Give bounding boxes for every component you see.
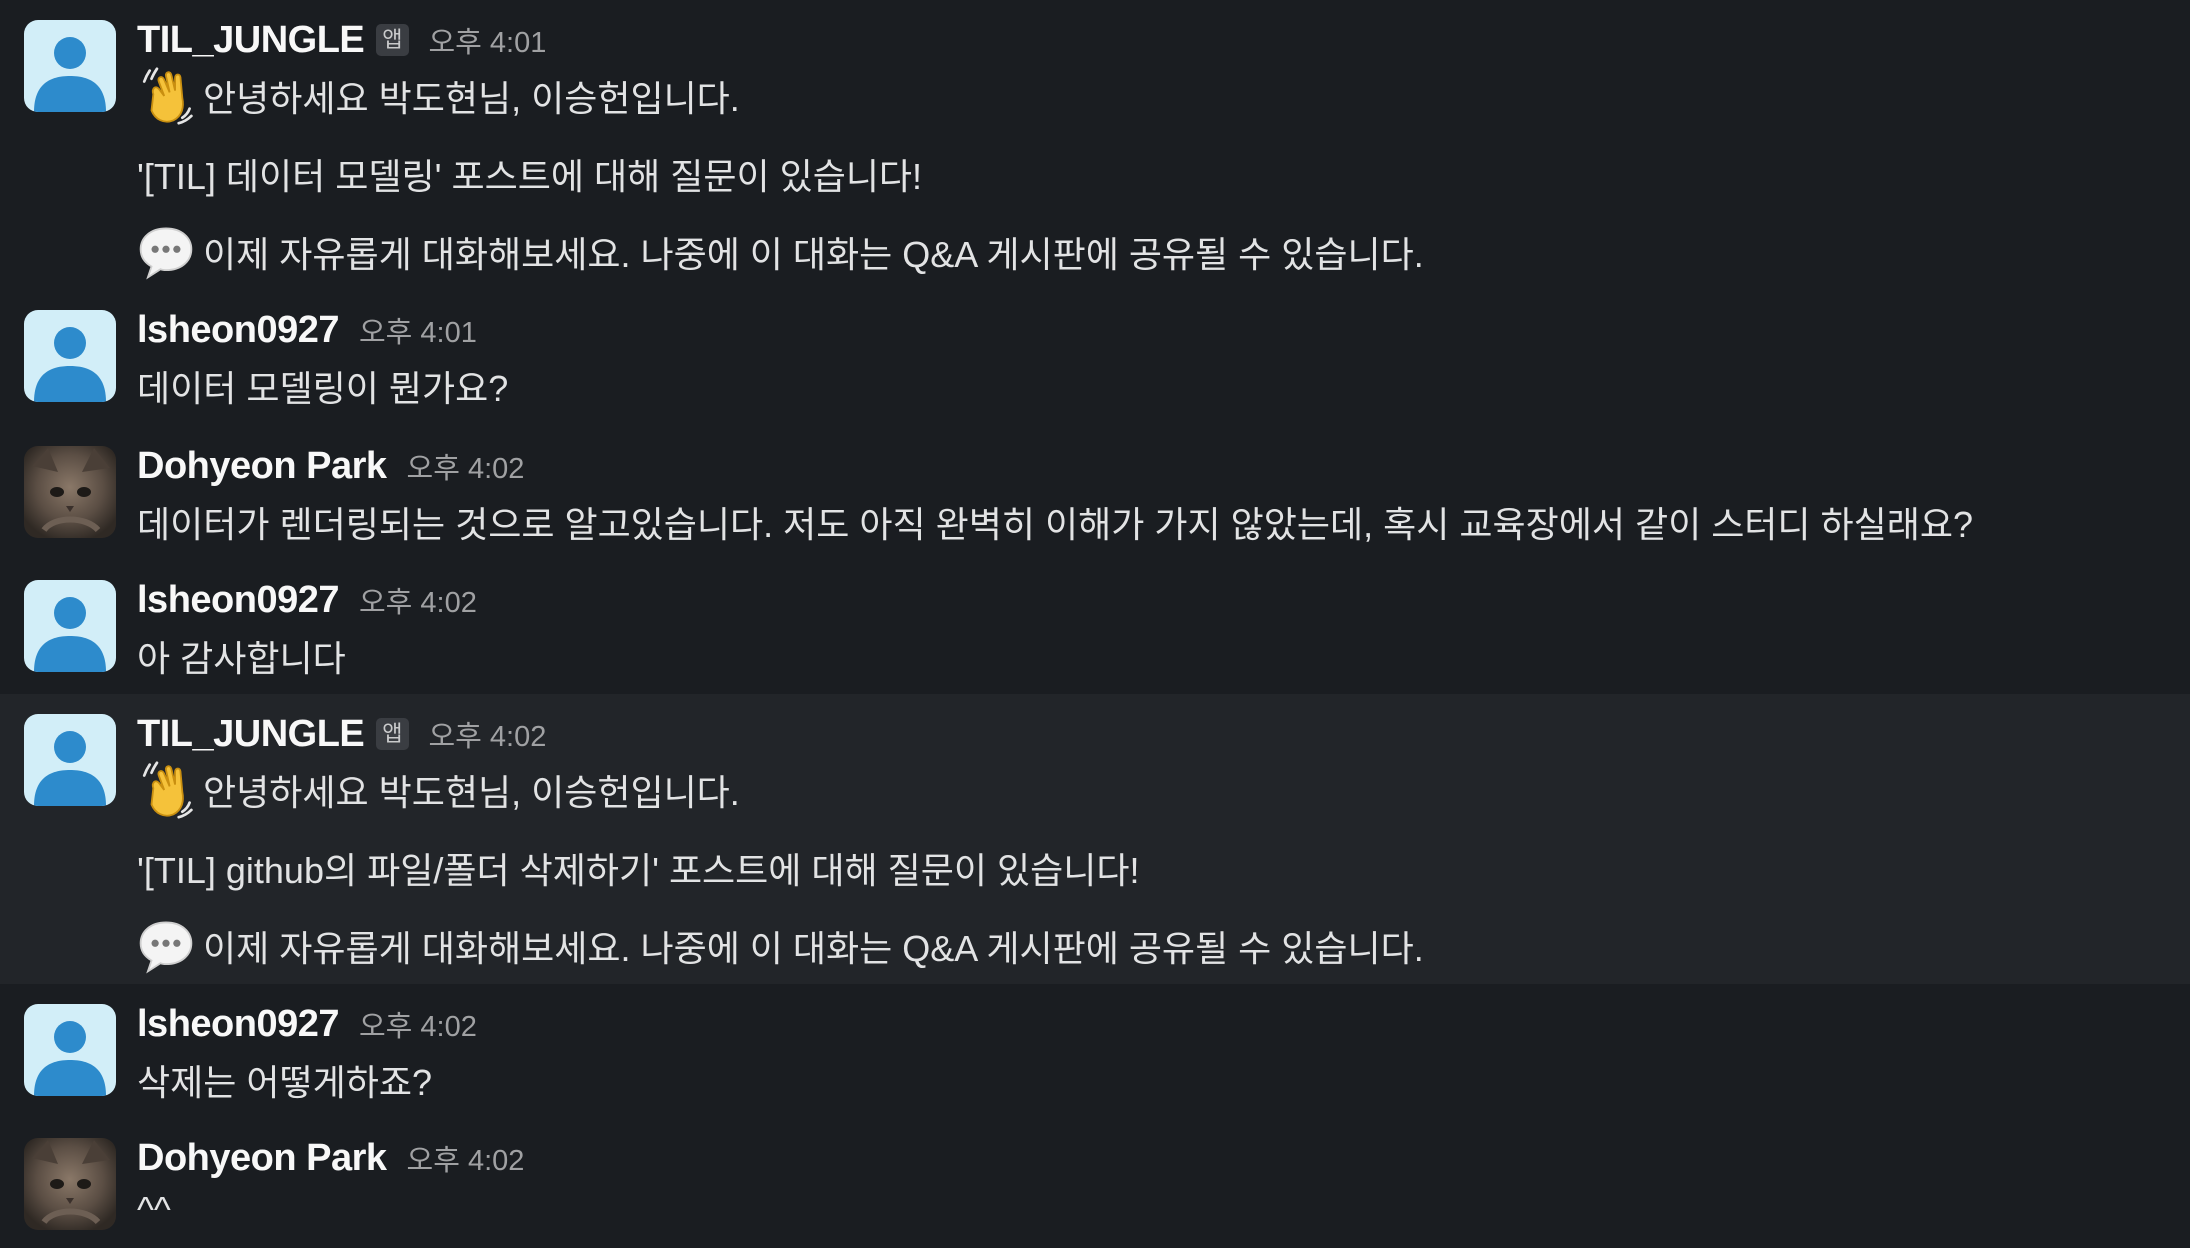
message-text: '[TIL] github의 파일/폴더 삭제하기' 포스트에 대해 질문이 있…	[137, 842, 1140, 894]
message-header: lsheon0927 오후 4:01	[137, 306, 477, 354]
default-user-avatar[interactable]	[24, 714, 116, 806]
message-timestamp[interactable]: 오후 4:01	[429, 19, 547, 61]
message-item[interactable]: lsheon0927 오후 4:02 아 감사합니다	[0, 562, 2190, 694]
message-item[interactable]: lsheon0927 오후 4:02 삭제는 어떻게하죠?	[0, 984, 2190, 1120]
default-user-avatar[interactable]	[24, 20, 116, 112]
cat-photo-avatar[interactable]	[24, 1138, 116, 1230]
author-name[interactable]: Dohyeon Park	[137, 445, 387, 488]
message-header: TIL_JUNGLE 앱 오후 4:01	[137, 16, 546, 64]
app-badge: 앱	[376, 24, 409, 56]
greeting-text: 안녕하세요 박도현님, 이승헌입니다.	[203, 78, 740, 119]
message-text: 이제 자유롭게 대화해보세요. 나중에 이 대화는 Q&A 게시판에 공유될 수…	[137, 226, 1424, 278]
message-text: 데이터가 렌더링되는 것으로 알고있습니다. 저도 아직 완벽히 이해가 가지 …	[137, 504, 1974, 545]
default-user-avatar[interactable]	[24, 580, 116, 672]
message-item-highlighted[interactable]: TIL_JUNGLE 앱 오후 4:02 안녕하세요 박도현님, 이승헌입니다.…	[0, 694, 2190, 984]
author-name[interactable]: lsheon0927	[137, 309, 340, 352]
message-timestamp[interactable]: 오후 4:02	[359, 1003, 477, 1045]
question-text: '[TIL] 데이터 모델링' 포스트에 대해 질문이 있습니다!	[137, 156, 923, 197]
waving-hand-icon	[137, 67, 195, 125]
message-header: Dohyeon Park 오후 4:02	[137, 442, 524, 490]
message-header: lsheon0927 오후 4:02	[137, 1000, 477, 1048]
message-feed: TIL_JUNGLE 앱 오후 4:01 안녕하세요 박도현님, 이승헌입니다.…	[0, 0, 2190, 1248]
message-text: ^^	[137, 1189, 171, 1230]
message-timestamp[interactable]: 오후 4:02	[359, 579, 477, 621]
message-text: 삭제는 어떻게하죠?	[137, 1062, 432, 1103]
speech-bubble-icon	[137, 917, 195, 975]
message-timestamp[interactable]: 오후 4:01	[359, 309, 477, 351]
message-text: 안녕하세요 박도현님, 이승헌입니다.	[137, 764, 740, 816]
message-text: 안녕하세요 박도현님, 이승헌입니다.	[137, 70, 740, 122]
message-text: 아 감사합니다	[137, 638, 346, 679]
message-timestamp[interactable]: 오후 4:02	[407, 445, 525, 487]
notice-text: 이제 자유롭게 대화해보세요. 나중에 이 대화는 Q&A 게시판에 공유될 수…	[203, 234, 1424, 275]
message-timestamp[interactable]: 오후 4:02	[429, 713, 547, 755]
message-text: 이제 자유롭게 대화해보세요. 나중에 이 대화는 Q&A 게시판에 공유될 수…	[137, 920, 1424, 972]
message-header: lsheon0927 오후 4:02	[137, 576, 477, 624]
notice-text: 이제 자유롭게 대화해보세요. 나중에 이 대화는 Q&A 게시판에 공유될 수…	[203, 928, 1424, 969]
author-name[interactable]: lsheon0927	[137, 579, 340, 622]
message-item[interactable]: Dohyeon Park 오후 4:02 데이터가 렌더링되는 것으로 알고있습…	[0, 428, 2190, 562]
message-item[interactable]: TIL_JUNGLE 앱 오후 4:01 안녕하세요 박도현님, 이승헌입니다.…	[0, 0, 2190, 290]
message-header: Dohyeon Park 오후 4:02	[137, 1134, 524, 1182]
author-name[interactable]: TIL_JUNGLE	[137, 19, 365, 62]
default-user-avatar[interactable]	[24, 310, 116, 402]
author-name[interactable]: lsheon0927	[137, 1003, 340, 1046]
message-text: '[TIL] 데이터 모델링' 포스트에 대해 질문이 있습니다!	[137, 148, 922, 200]
default-user-avatar[interactable]	[24, 1004, 116, 1096]
waving-hand-icon	[137, 761, 195, 819]
app-badge: 앱	[376, 718, 409, 750]
message-item[interactable]: Dohyeon Park 오후 4:02 ^^	[0, 1120, 2190, 1248]
cat-photo-avatar[interactable]	[24, 446, 116, 538]
message-timestamp[interactable]: 오후 4:02	[407, 1137, 525, 1179]
speech-bubble-icon	[137, 223, 195, 281]
greeting-text: 안녕하세요 박도현님, 이승헌입니다.	[203, 772, 740, 813]
message-item[interactable]: lsheon0927 오후 4:01 데이터 모델링이 뭔가요?	[0, 290, 2190, 428]
message-text: 데이터 모델링이 뭔가요?	[137, 368, 509, 409]
message-header: TIL_JUNGLE 앱 오후 4:02	[137, 710, 546, 758]
author-name[interactable]: Dohyeon Park	[137, 1137, 387, 1180]
author-name[interactable]: TIL_JUNGLE	[137, 713, 365, 756]
question-text: '[TIL] github의 파일/폴더 삭제하기' 포스트에 대해 질문이 있…	[137, 850, 1140, 891]
